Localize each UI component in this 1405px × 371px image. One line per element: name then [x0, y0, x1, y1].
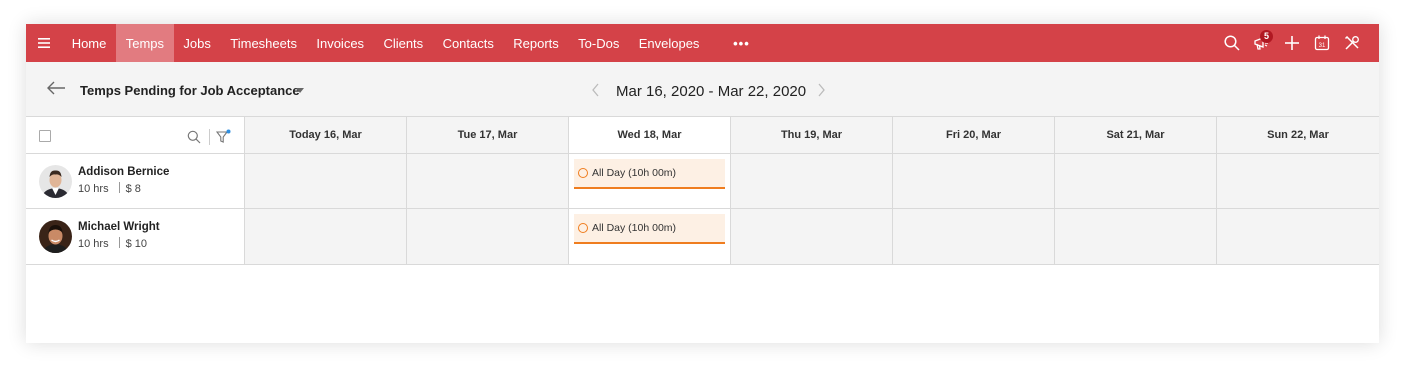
- more-menu-button[interactable]: •••: [709, 24, 768, 62]
- shift-label: All Day (10h 00m): [592, 167, 677, 179]
- day-cell[interactable]: [1217, 154, 1379, 208]
- day-header: Fri 20, Mar: [893, 117, 1055, 153]
- chevron-right-icon[interactable]: [816, 83, 826, 97]
- day-cell[interactable]: [893, 209, 1055, 264]
- notification-badge: 5: [1260, 30, 1273, 43]
- calendar-day-number: 31: [1319, 43, 1326, 49]
- pending-status-icon: [578, 223, 588, 233]
- temp-name: Michael Wright: [78, 221, 160, 233]
- divider: [118, 182, 120, 193]
- temp-rate: $ 10: [125, 238, 147, 250]
- filter-icon[interactable]: [215, 129, 232, 149]
- nav-tabs: Home Temps Jobs Timesheets Invoices Clie…: [62, 24, 768, 62]
- temp-meta: 10 hrs $ 8: [78, 182, 141, 195]
- hamburger-icon[interactable]: [26, 24, 62, 62]
- plus-icon[interactable]: [1277, 24, 1307, 62]
- day-header: Sun 22, Mar: [1217, 117, 1379, 153]
- day-header: Thu 19, Mar: [731, 117, 893, 153]
- day-cell[interactable]: [1217, 209, 1379, 264]
- day-header: Sat 21, Mar: [1055, 117, 1217, 153]
- day-cell[interactable]: [893, 154, 1055, 208]
- day-cell[interactable]: [1055, 154, 1217, 208]
- nav-item-contacts[interactable]: Contacts: [433, 24, 504, 62]
- temp-info[interactable]: Michael Wright 10 hrs $ 10: [26, 209, 245, 264]
- shift-block[interactable]: All Day (10h 00m): [574, 214, 725, 244]
- temp-rate: $ 8: [125, 183, 141, 195]
- nav-item-jobs[interactable]: Jobs: [174, 24, 221, 62]
- day-header: Today 16, Mar: [245, 117, 407, 153]
- temp-hours: 10 hrs: [78, 183, 109, 195]
- top-navigation: Home Temps Jobs Timesheets Invoices Clie…: [26, 24, 1379, 62]
- day-cell[interactable]: [407, 154, 569, 208]
- date-range: Mar 16, 2020 - Mar 22, 2020: [616, 83, 807, 100]
- announcement-icon[interactable]: 5: [1247, 24, 1277, 62]
- search-icon[interactable]: [1217, 24, 1247, 62]
- grid-header-row: Today 16, Mar Tue 17, Mar Wed 18, Mar Th…: [26, 116, 1379, 154]
- select-all-checkbox[interactable]: [39, 130, 51, 142]
- day-cell[interactable]: [731, 209, 893, 264]
- calendar-icon[interactable]: 31: [1307, 24, 1337, 62]
- divider: [118, 237, 120, 248]
- day-cell[interactable]: All Day (10h 00m): [569, 154, 731, 208]
- chevron-left-icon[interactable]: [591, 83, 601, 97]
- chevron-down-icon[interactable]: [296, 88, 304, 93]
- avatar: [39, 220, 72, 253]
- day-header-selected: Wed 18, Mar: [569, 117, 731, 153]
- nav-item-temps[interactable]: Temps: [116, 24, 174, 62]
- nav-item-todos[interactable]: To-Dos: [568, 24, 629, 62]
- search-icon[interactable]: [187, 130, 201, 149]
- temp-row: Michael Wright 10 hrs $ 10 All Day (10h 0…: [26, 209, 1379, 265]
- temp-name: Addison Bernice: [78, 166, 170, 178]
- nav-item-invoices[interactable]: Invoices: [307, 24, 374, 62]
- app-window: Home Temps Jobs Timesheets Invoices Clie…: [26, 24, 1379, 343]
- view-title[interactable]: Temps Pending for Job Acceptance: [80, 83, 300, 98]
- temp-hours: 10 hrs: [78, 238, 109, 250]
- view-header: Temps Pending for Job Acceptance Mar 16,…: [26, 62, 1379, 116]
- schedule-grid: Today 16, Mar Tue 17, Mar Wed 18, Mar Th…: [26, 116, 1379, 265]
- temp-meta: 10 hrs $ 10: [78, 237, 147, 250]
- day-cell[interactable]: [245, 209, 407, 264]
- back-arrow-icon[interactable]: [46, 80, 68, 98]
- temp-row: Addison Bernice 10 hrs $ 8 All Day (10h 0…: [26, 154, 1379, 209]
- day-cell[interactable]: [245, 154, 407, 208]
- nav-item-clients[interactable]: Clients: [374, 24, 433, 62]
- day-header: Tue 17, Mar: [407, 117, 569, 153]
- shift-label: All Day (10h 00m): [592, 222, 677, 234]
- nav-item-envelopes[interactable]: Envelopes: [629, 24, 709, 62]
- day-cell[interactable]: [407, 209, 569, 264]
- day-cell[interactable]: All Day (10h 00m): [569, 209, 731, 264]
- grid-header-tools: [26, 117, 245, 153]
- tools-icon[interactable]: [1337, 24, 1367, 62]
- temp-info[interactable]: Addison Bernice 10 hrs $ 8: [26, 154, 245, 208]
- nav-item-reports[interactable]: Reports: [504, 24, 569, 62]
- shift-block[interactable]: All Day (10h 00m): [574, 159, 725, 189]
- divider: [209, 129, 210, 145]
- pending-status-icon: [578, 168, 588, 178]
- day-cell[interactable]: [1055, 209, 1217, 264]
- nav-right-icons: 5 31: [1217, 24, 1367, 62]
- avatar: [39, 165, 72, 198]
- day-cell[interactable]: [731, 154, 893, 208]
- nav-item-timesheets[interactable]: Timesheets: [221, 24, 307, 62]
- nav-item-home[interactable]: Home: [62, 24, 116, 62]
